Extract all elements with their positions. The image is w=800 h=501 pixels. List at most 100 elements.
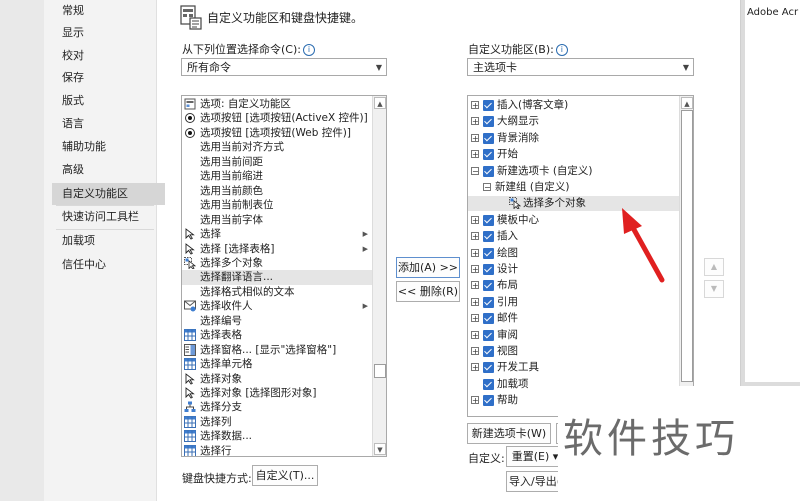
command-item[interactable]: 选择翻译语言... [182, 270, 372, 286]
nav-item-5[interactable]: 语言 [62, 113, 156, 135]
move-up-icon[interactable]: ▲ [704, 258, 724, 276]
nav-item-2[interactable]: 校对 [62, 45, 156, 67]
nav-item-11[interactable]: 信任中心 [62, 254, 156, 276]
ribbon-tree-item[interactable]: + 背景消除 [468, 131, 679, 146]
command-item[interactable]: 选择数据... [182, 429, 372, 444]
command-item[interactable]: 选项按钮 [选项按钮(ActiveX 控件)] [182, 111, 372, 126]
checkbox-icon[interactable] [483, 132, 494, 144]
nav-item-10[interactable]: 加载项 [62, 230, 156, 252]
ribbon-tree-item[interactable]: + 大纲显示 [468, 114, 679, 129]
reset-button[interactable]: 重置(E) ▾ [506, 446, 564, 467]
move-down-icon[interactable]: ▼ [704, 280, 724, 298]
command-item[interactable]: 选用当前字体 [182, 213, 372, 228]
nav-item-8[interactable]: 自定义功能区 [52, 183, 165, 205]
checkbox-icon[interactable] [483, 264, 494, 275]
ribbon-tree-item[interactable]: + 插入(博客文章) [468, 98, 679, 113]
commands-list[interactable]: 选择性粘贴...选择行选择数据...选择列选择分支选择对象 [选择图形对象]选择… [181, 95, 387, 457]
nav-item-1[interactable]: 显示 [62, 22, 156, 44]
command-item[interactable]: 选择对象 [选择图形对象] [182, 386, 372, 401]
collapse-icon[interactable]: − [483, 183, 491, 192]
nav-item-3[interactable]: 保存 [62, 67, 156, 89]
ribbon-tree-scrollbar[interactable]: ▲ ▼ [679, 96, 693, 416]
expand-icon[interactable]: + [471, 248, 479, 257]
command-item[interactable]: 选择行 [182, 444, 372, 456]
scroll-thumb[interactable] [374, 364, 386, 378]
command-item[interactable]: 选择编号 [182, 314, 372, 329]
checkbox-icon[interactable] [483, 100, 494, 111]
expand-icon[interactable]: + [471, 232, 479, 241]
ribbon-tree-item[interactable]: + 审阅 [468, 328, 679, 343]
ribbon-tree-item[interactable]: + 开始 [468, 147, 679, 162]
ribbon-tree-item[interactable]: + 邮件 [468, 311, 679, 326]
ribbon-tree-item[interactable]: + 开发工具 [468, 360, 679, 375]
command-item[interactable]: 选项按钮 [选项按钮(Web 控件)] [182, 126, 372, 141]
expand-icon[interactable]: + [471, 117, 479, 126]
command-item[interactable]: 选择表格 [182, 328, 372, 343]
info-icon[interactable]: i [302, 44, 315, 56]
checkbox-icon[interactable] [483, 149, 494, 161]
checkbox-icon[interactable] [483, 296, 494, 308]
command-item[interactable]: 选择格式相似的文本 [182, 285, 372, 300]
command-item[interactable]: 选择单元格 [182, 357, 372, 372]
ribbon-tree-item[interactable]: − 新建选项卡 (自定义) [468, 164, 679, 179]
command-item[interactable]: 选择 ▶ [182, 227, 372, 242]
expand-icon[interactable]: + [471, 297, 479, 306]
command-item[interactable]: 选择 [选择表格] ▶ [182, 242, 372, 257]
command-item[interactable]: 选择多个对象 [182, 256, 372, 271]
expand-icon[interactable]: + [471, 133, 479, 142]
command-item[interactable]: 选项: 自定义功能区 [182, 97, 372, 112]
commands-source-select[interactable]: 所有命令 ▼ [181, 58, 387, 76]
nav-item-7[interactable]: 高级 [62, 159, 156, 181]
command-item[interactable]: 选用当前制表位 [182, 198, 372, 213]
checkbox-icon[interactable] [483, 313, 494, 325]
command-item[interactable]: 选择对象 [182, 372, 372, 387]
checkbox-icon[interactable] [483, 378, 494, 390]
expand-icon[interactable]: + [471, 150, 479, 159]
remove-button[interactable]: << 删除(R) [396, 281, 460, 302]
command-item[interactable]: 选用当前颜色 [182, 184, 372, 199]
customize-shortcut-button[interactable]: 自定义(T)... [252, 465, 318, 486]
ribbon-tabs-select[interactable]: 主选项卡 ▼ [467, 58, 694, 76]
nav-item-9[interactable]: 快速访问工具栏 [62, 206, 156, 228]
expand-icon[interactable]: + [471, 363, 479, 372]
scroll-up-icon[interactable]: ▲ [681, 97, 693, 109]
checkbox-icon[interactable] [483, 329, 494, 341]
command-item[interactable]: 选用当前间距 [182, 155, 372, 170]
checkbox-icon[interactable] [483, 165, 494, 177]
expand-icon[interactable]: + [471, 396, 479, 405]
checkbox-icon[interactable] [483, 247, 494, 259]
nav-item-4[interactable]: 版式 [62, 90, 156, 112]
scroll-up-icon[interactable]: ▲ [374, 97, 386, 109]
checkbox-icon[interactable] [483, 395, 494, 407]
command-item[interactable]: 选择列 [182, 415, 372, 430]
command-item[interactable]: 选择分支 [182, 400, 372, 415]
expand-icon[interactable]: + [471, 330, 479, 339]
ribbon-tree-item[interactable]: + 视图 [468, 344, 679, 359]
command-item[interactable]: 选择窗格... [显示"选择窗格"] [182, 343, 372, 358]
expand-icon[interactable]: + [471, 101, 479, 110]
expand-icon[interactable]: + [471, 281, 479, 290]
expand-icon[interactable]: + [471, 265, 479, 274]
command-item[interactable]: 选择收件人 ▶ [182, 299, 372, 314]
add-button[interactable]: 添加(A) >> [396, 257, 460, 278]
checkbox-icon[interactable] [483, 362, 494, 374]
checkbox-icon[interactable] [483, 214, 494, 226]
ribbon-tree-item[interactable]: − 新建组 (自定义) [468, 180, 679, 195]
nav-item-6[interactable]: 辅助功能 [62, 136, 156, 158]
checkbox-icon[interactable] [483, 280, 494, 292]
expand-icon[interactable]: + [471, 314, 479, 323]
scroll-thumb[interactable] [681, 110, 693, 382]
import-export-button[interactable]: 导入/导出( [506, 471, 564, 492]
command-item[interactable]: 选用当前缩进 [182, 169, 372, 184]
info-icon[interactable]: i [555, 44, 568, 56]
ribbon-tree-item[interactable]: + 引用 [468, 295, 679, 310]
checkbox-icon[interactable] [483, 116, 494, 128]
expand-icon[interactable]: + [471, 215, 479, 224]
commands-list-scrollbar[interactable]: ▲ ▼ [372, 96, 386, 456]
checkbox-icon[interactable] [483, 231, 494, 243]
expand-icon[interactable]: + [471, 347, 479, 356]
checkbox-icon[interactable] [483, 346, 494, 357]
command-item[interactable]: 选用当前对齐方式 [182, 140, 372, 155]
collapse-icon[interactable]: − [471, 166, 479, 175]
scroll-down-icon[interactable]: ▼ [374, 443, 386, 455]
